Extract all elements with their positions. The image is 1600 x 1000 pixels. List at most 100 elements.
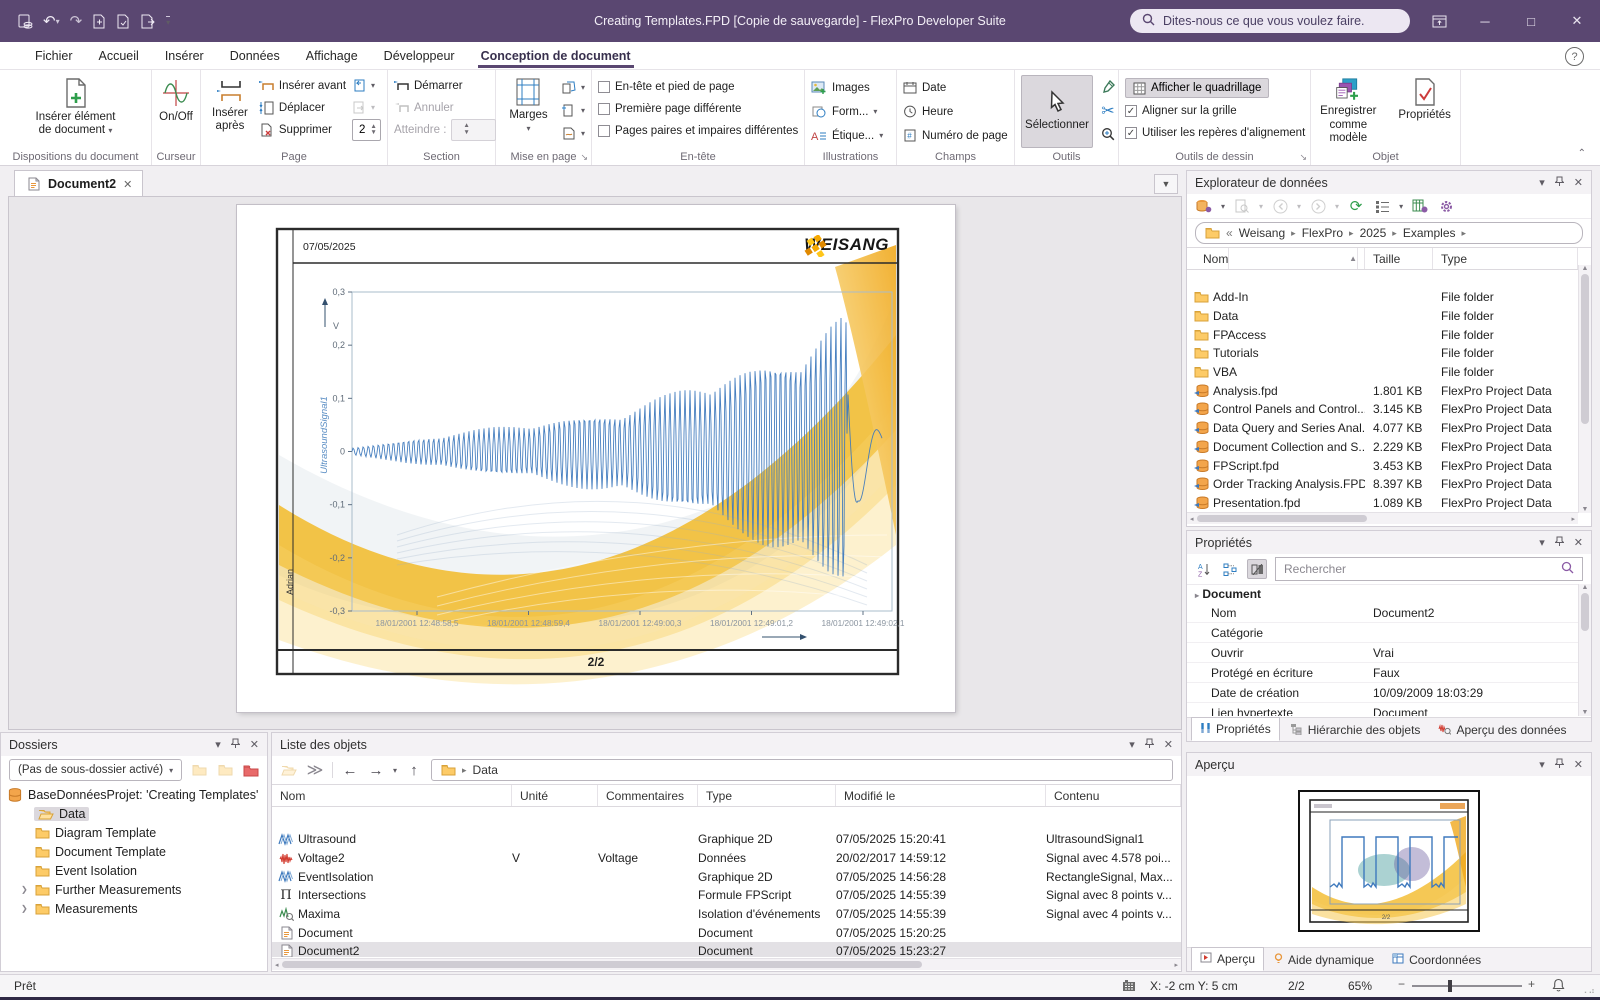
zoom-slider[interactable] xyxy=(1412,985,1522,987)
copy-page-icon[interactable] xyxy=(116,14,130,29)
col-contenu[interactable]: Contenu xyxy=(1046,785,1181,806)
tree-root[interactable]: BaseDonnéesProjet: 'Creating Templates' xyxy=(7,785,263,804)
index-table-icon[interactable] xyxy=(1411,197,1429,215)
sort-az-icon[interactable]: AZ xyxy=(1195,560,1213,578)
close-panel-icon[interactable]: ✕ xyxy=(1574,758,1583,771)
redo-icon[interactable]: ↷ xyxy=(70,12,83,30)
document-page[interactable]: 0,30,20,10-0,1-0,2-0,3VUltrasoundSignal1… xyxy=(237,205,955,712)
explorer-file-row[interactable]: Data Query and Series Anal...4.077 KBFle… xyxy=(1187,419,1578,438)
col-nom[interactable]: Nom ▲ xyxy=(1187,248,1365,269)
panel-tab-hi-rarchie-des-objets[interactable]: Hiérarchie des objets xyxy=(1282,719,1429,741)
col-commentaires[interactable]: Commentaires xyxy=(598,785,698,806)
page-color-button[interactable]: ▾ xyxy=(561,123,585,144)
back-icon[interactable] xyxy=(1271,197,1289,215)
object-row-document2[interactable]: Document2Document07/05/2025 15:23:27 xyxy=(272,942,1181,957)
form-button[interactable]: Form...▾ xyxy=(811,101,883,122)
panel-menu-icon[interactable]: ▾ xyxy=(1539,536,1545,549)
document-thumbnail[interactable]: 2/2 xyxy=(1298,790,1480,932)
nav-history-icon[interactable]: ▾ xyxy=(393,766,397,775)
explorer-file-row[interactable]: Analysis.fpd1.801 KBFlexPro Project Data xyxy=(1187,381,1578,400)
property-row[interactable]: Date de création10/09/2009 18:03:29 xyxy=(1187,683,1578,703)
refresh-icon[interactable]: ⟳ xyxy=(1347,197,1365,215)
section-goto-spinner[interactable]: ▲▼ xyxy=(451,119,496,141)
explorer-file-row[interactable]: Document Collection and S...2.229 KBFlex… xyxy=(1187,438,1578,457)
panel-tab-propri-t-s[interactable]: Propriétés xyxy=(1191,717,1280,741)
ribbon-display-options-button[interactable] xyxy=(1416,0,1462,42)
header-footer-checkbox[interactable]: En-tête et pied de page xyxy=(598,78,798,96)
label-button[interactable]: AÉtique...▾ xyxy=(811,125,883,146)
document-canvas[interactable]: 0,30,20,10-0,1-0,2-0,3VUltrasoundSignal1… xyxy=(8,196,1182,730)
zoom-tool-icon[interactable] xyxy=(1099,125,1117,143)
new-folder-icon[interactable] xyxy=(242,761,260,779)
property-row[interactable]: Lien hypertexteDocument xyxy=(1187,703,1578,716)
delete-page-button[interactable]: Supprimer xyxy=(259,119,346,140)
tab-list-dropdown[interactable]: ▼ xyxy=(1154,174,1178,194)
objects-breadcrumb[interactable]: ▸ Data xyxy=(431,759,1173,781)
notifications-bell-icon[interactable] xyxy=(1552,978,1565,995)
filter-preview-icon[interactable] xyxy=(1233,197,1251,215)
menu-tab-affichage[interactable]: Affichage xyxy=(293,42,371,70)
nav-back-icon[interactable]: ← xyxy=(341,761,359,779)
menu-tab-d-veloppeur[interactable]: Développeur xyxy=(371,42,468,70)
pin-icon[interactable] xyxy=(1555,758,1564,772)
zoom-slider-knob[interactable] xyxy=(1448,980,1452,992)
panel-menu-icon[interactable]: ▾ xyxy=(1539,176,1545,189)
snap-grid-checkbox[interactable]: ✓Aligner sur la grille xyxy=(1125,102,1305,120)
page-nav-bottom-button[interactable]: ▾ xyxy=(352,97,381,118)
open-folder-icon[interactable] xyxy=(280,761,298,779)
col-modifi-le[interactable]: Modifié le xyxy=(836,785,1046,806)
data-source-icon[interactable] xyxy=(1195,197,1213,215)
close-button[interactable]: ✕ xyxy=(1554,0,1600,42)
move-page-button[interactable]: Déplacer xyxy=(259,97,346,118)
help-icon[interactable]: ? xyxy=(1565,47,1584,66)
select-tool-button[interactable]: Sélectionner xyxy=(1021,75,1093,148)
nav-forward-icon[interactable]: → xyxy=(367,761,385,779)
tree-item-diagram-template[interactable]: Diagram Template xyxy=(7,823,263,842)
panel-menu-icon[interactable]: ▾ xyxy=(1129,738,1135,751)
settings-gear-icon[interactable] xyxy=(1437,197,1455,215)
scissors-tool-icon[interactable]: ✂ xyxy=(1099,102,1117,120)
col-taille[interactable]: Taille xyxy=(1365,248,1433,269)
section-cancel-button[interactable]: Annuler xyxy=(394,97,496,118)
property-row[interactable]: Protégé en écritureFaux xyxy=(1187,663,1578,683)
tree-item-document-template[interactable]: Document Template xyxy=(7,842,263,861)
object-row-document[interactable]: DocumentDocument07/05/2025 15:20:25 xyxy=(272,923,1181,942)
close-panel-icon[interactable]: ✕ xyxy=(1574,536,1583,549)
tree-item-measurements[interactable]: ❯Measurements xyxy=(7,899,263,918)
prev-folder-icon[interactable] xyxy=(190,761,208,779)
close-panel-icon[interactable]: ✕ xyxy=(1164,738,1173,751)
page-size-button[interactable]: ▾ xyxy=(561,100,585,121)
expand-levels-icon[interactable]: ≫ xyxy=(306,761,324,779)
expander-icon[interactable]: ❯ xyxy=(21,904,29,913)
panel-tab-aper-u-des-donn-es[interactable]: Aperçu des données xyxy=(1430,719,1574,741)
col-nom[interactable]: Nom xyxy=(272,785,512,806)
next-folder-icon[interactable] xyxy=(216,761,234,779)
panel-tab-aper-u[interactable]: Aperçu xyxy=(1191,947,1264,971)
object-row-voltage2[interactable]: Voltage2VVoltageDonnées20/02/2017 14:59:… xyxy=(272,849,1181,868)
subfolder-dropdown[interactable]: (Pas de sous-dossier activé)▾ xyxy=(9,759,182,781)
object-properties-button[interactable]: Propriétés xyxy=(1393,75,1455,148)
property-row[interactable]: OuvrirVrai xyxy=(1187,643,1578,663)
menu-tab-fichier[interactable]: Fichier xyxy=(22,42,86,70)
explorer-file-row[interactable]: Order Tracking Analysis.FPD8.397 KBFlexP… xyxy=(1187,475,1578,494)
breadcrumb-item[interactable]: 2025 xyxy=(1360,226,1387,240)
paste-page-icon[interactable] xyxy=(140,14,156,29)
properties-vertical-scrollbar[interactable]: ▲▼ xyxy=(1578,584,1591,716)
breadcrumb-item[interactable]: Examples xyxy=(1403,226,1456,240)
tell-me-search[interactable]: Dites-nous ce que vous voulez faire. xyxy=(1130,9,1410,33)
close-panel-icon[interactable]: ✕ xyxy=(1574,176,1583,189)
margins-button[interactable]: Marges▾ xyxy=(502,75,555,148)
insert-page-after-button[interactable]: Insérer après xyxy=(207,75,253,148)
col-type[interactable]: Type xyxy=(1433,248,1578,269)
show-grid-toggle[interactable]: Afficher le quadrillage xyxy=(1125,78,1269,98)
panel-menu-icon[interactable]: ▾ xyxy=(215,738,221,751)
menu-tab-ins-rer[interactable]: Insérer xyxy=(152,42,217,70)
col-type[interactable]: Type xyxy=(698,785,836,806)
col-unit-[interactable]: Unité xyxy=(512,785,598,806)
pin-icon[interactable] xyxy=(1555,536,1564,550)
tree-item-event-isolation[interactable]: Event Isolation xyxy=(7,861,263,880)
properties-search-input[interactable]: Rechercher xyxy=(1275,557,1583,581)
insert-page-before-button[interactable]: Insérer avant xyxy=(259,75,346,96)
object-row-ultrasound[interactable]: UltrasoundGraphique 2D07/05/2025 15:20:4… xyxy=(272,830,1181,849)
explorer-breadcrumb[interactable]: « Weisang▸FlexPro▸2025▸Examples▸ xyxy=(1195,222,1583,244)
